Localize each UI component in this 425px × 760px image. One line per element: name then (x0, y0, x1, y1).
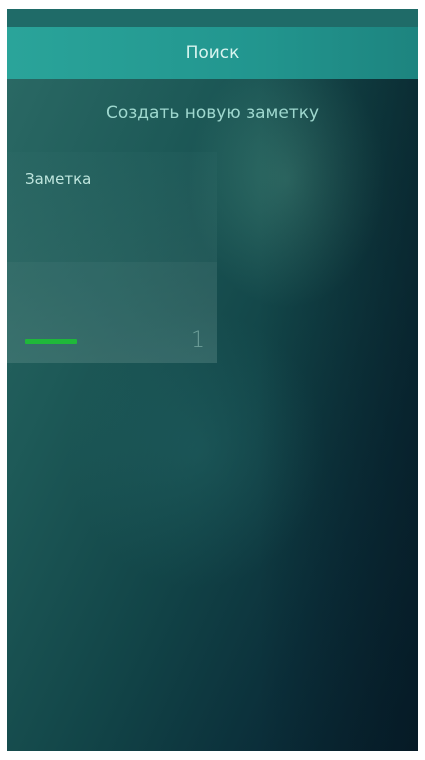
status-bar (7, 9, 418, 27)
note-card[interactable]: Заметка 1 (7, 152, 217, 363)
search-menu-label: Поиск (185, 43, 240, 63)
background-glow (187, 49, 387, 309)
create-note-label: Создать новую заметку (105, 103, 320, 123)
note-title: Заметка (25, 170, 92, 188)
note-card-lower-area (7, 262, 217, 363)
create-note-menu-item[interactable]: Создать новую заметку (7, 93, 418, 133)
note-color-indicator (25, 339, 77, 344)
app-window: Поиск Создать новую заметку Заметка 1 (7, 9, 418, 751)
note-index: 1 (191, 328, 205, 353)
search-menu-item[interactable]: Поиск (7, 27, 418, 79)
